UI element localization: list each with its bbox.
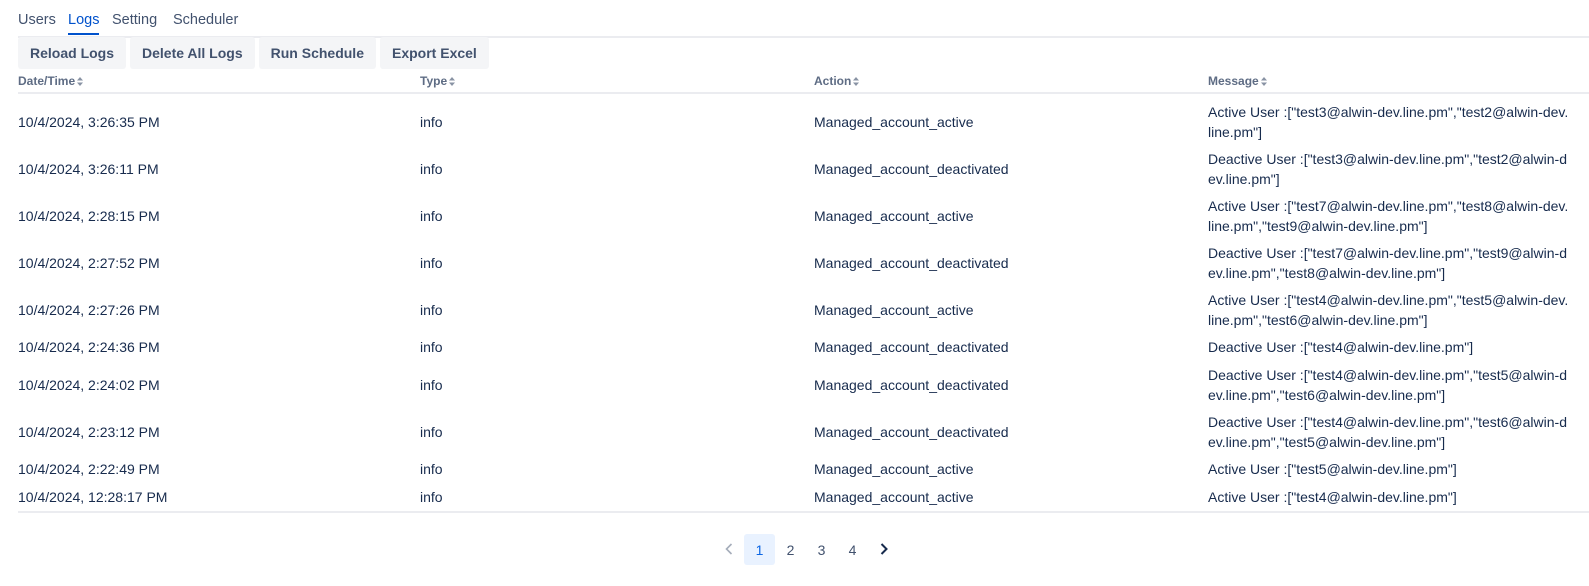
- table-row: 10/4/2024, 3:26:11 PM info Managed_accou…: [18, 145, 1589, 192]
- sort-icon: [853, 77, 860, 87]
- prev-page-button[interactable]: [713, 534, 744, 565]
- cell-action: Managed_account_active: [814, 113, 974, 130]
- cell-message: Deactive User :["test4@alwin-dev.line.pm…: [1208, 366, 1567, 403]
- reload-logs-button[interactable]: Reload Logs: [18, 37, 127, 69]
- table-row: 10/4/2024, 3:26:35 PM info Managed_accou…: [18, 93, 1589, 145]
- cell-type: info: [420, 423, 443, 440]
- tab-scheduler[interactable]: Scheduler: [173, 12, 238, 33]
- cell-datetime: 10/4/2024, 2:22:49 PM: [18, 461, 160, 477]
- cell-type: info: [420, 339, 443, 355]
- chevron-right-icon: [880, 542, 888, 558]
- cell-action: Managed_account_deactivated: [814, 254, 1009, 271]
- cell-type: info: [420, 461, 443, 477]
- sort-icon: [1260, 77, 1267, 87]
- cell-message: Deactive User :["test4@alwin-dev.line.pm…: [1208, 413, 1567, 450]
- cell-type: info: [420, 113, 443, 130]
- cell-message: Active User :["test4@alwin-dev.line.pm"]: [1208, 483, 1589, 513]
- page-button-2[interactable]: 2: [775, 534, 806, 565]
- tab-setting[interactable]: Setting: [112, 12, 157, 33]
- cell-datetime: 10/4/2024, 3:26:35 PM: [18, 113, 160, 130]
- cell-type: info: [420, 160, 443, 177]
- cell-datetime: 10/4/2024, 2:24:36 PM: [18, 339, 160, 355]
- table-row: 10/4/2024, 2:27:52 PM info Managed_accou…: [18, 239, 1589, 286]
- cell-datetime: 10/4/2024, 2:27:26 PM: [18, 301, 160, 318]
- tab-users[interactable]: Users: [18, 12, 56, 33]
- cell-type: info: [420, 376, 443, 393]
- toolbar: Reload Logs Delete All Logs Run Schedule…: [18, 37, 489, 69]
- pagination: 1 2 3 4: [713, 534, 899, 565]
- cell-type: info: [420, 207, 443, 224]
- cell-datetime: 10/4/2024, 12:28:17 PM: [18, 483, 420, 513]
- cell-message: Active User :["test4@alwin-dev.line.pm",…: [1208, 291, 1569, 328]
- cell-message: Active User :["test5@alwin-dev.line.pm"]: [1208, 461, 1457, 477]
- column-header-type[interactable]: Type: [420, 70, 814, 94]
- table-header-row: Date/Time Type Action Message: [18, 70, 1589, 94]
- cell-message: Active User :["test7@alwin-dev.line.pm",…: [1208, 197, 1569, 234]
- tab-bar: Users Logs Setting Scheduler: [18, 0, 1589, 38]
- cell-action: Managed_account_active: [814, 301, 974, 318]
- cell-type: info: [420, 254, 443, 271]
- table-row: 10/4/2024, 2:24:36 PM info Managed_accou…: [18, 333, 1589, 361]
- page-button-3[interactable]: 3: [806, 534, 837, 565]
- cell-message: Deactive User :["test4@alwin-dev.line.pm…: [1208, 339, 1474, 355]
- logs-table: Date/Time Type Action Message 10/4/2024,…: [18, 70, 1589, 513]
- table-row: 10/4/2024, 2:28:15 PM info Managed_accou…: [18, 192, 1589, 239]
- run-schedule-button[interactable]: Run Schedule: [258, 37, 376, 69]
- cell-action: Managed_account_active: [814, 483, 1208, 513]
- chevron-left-icon: [724, 542, 733, 558]
- cell-type: info: [420, 483, 814, 513]
- cell-datetime: 10/4/2024, 2:23:12 PM: [18, 423, 160, 440]
- cell-type: info: [420, 301, 443, 318]
- cell-datetime: 10/4/2024, 2:24:02 PM: [18, 376, 160, 393]
- cell-datetime: 10/4/2024, 2:27:52 PM: [18, 254, 160, 271]
- cell-action: Managed_account_active: [814, 461, 974, 477]
- cell-datetime: 10/4/2024, 3:26:11 PM: [18, 160, 159, 177]
- cell-action: Managed_account_deactivated: [814, 339, 1009, 355]
- next-page-button[interactable]: [868, 534, 899, 565]
- cell-action: Managed_account_deactivated: [814, 423, 1009, 440]
- table-row: 10/4/2024, 2:23:12 PM info Managed_accou…: [18, 408, 1589, 455]
- page-button-1[interactable]: 1: [744, 534, 775, 565]
- table-row: 10/4/2024, 2:22:49 PM info Managed_accou…: [18, 455, 1589, 483]
- page-button-4[interactable]: 4: [837, 534, 868, 565]
- sort-icon: [77, 77, 84, 87]
- column-header-message[interactable]: Message: [1208, 70, 1589, 94]
- cell-action: Managed_account_deactivated: [814, 160, 1009, 177]
- sort-icon: [449, 77, 456, 87]
- cell-message: Deactive User :["test3@alwin-dev.line.pm…: [1208, 150, 1567, 187]
- cell-action: Managed_account_active: [814, 207, 974, 224]
- cell-action: Managed_account_deactivated: [814, 376, 1009, 393]
- cell-message: Active User :["test3@alwin-dev.line.pm",…: [1208, 103, 1569, 140]
- table-row: 10/4/2024, 2:27:26 PM info Managed_accou…: [18, 286, 1589, 333]
- cell-datetime: 10/4/2024, 2:28:15 PM: [18, 207, 160, 224]
- column-header-datetime[interactable]: Date/Time: [18, 70, 420, 94]
- tab-logs[interactable]: Logs: [68, 12, 100, 35]
- table-row: 10/4/2024, 2:24:02 PM info Managed_accou…: [18, 361, 1589, 408]
- export-excel-button[interactable]: Export Excel: [380, 37, 489, 69]
- table-row: 10/4/2024, 12:28:17 PM info Managed_acco…: [18, 483, 1589, 513]
- column-header-action[interactable]: Action: [814, 70, 1208, 94]
- delete-all-logs-button[interactable]: Delete All Logs: [130, 37, 255, 69]
- cell-message: Deactive User :["test7@alwin-dev.line.pm…: [1208, 244, 1567, 281]
